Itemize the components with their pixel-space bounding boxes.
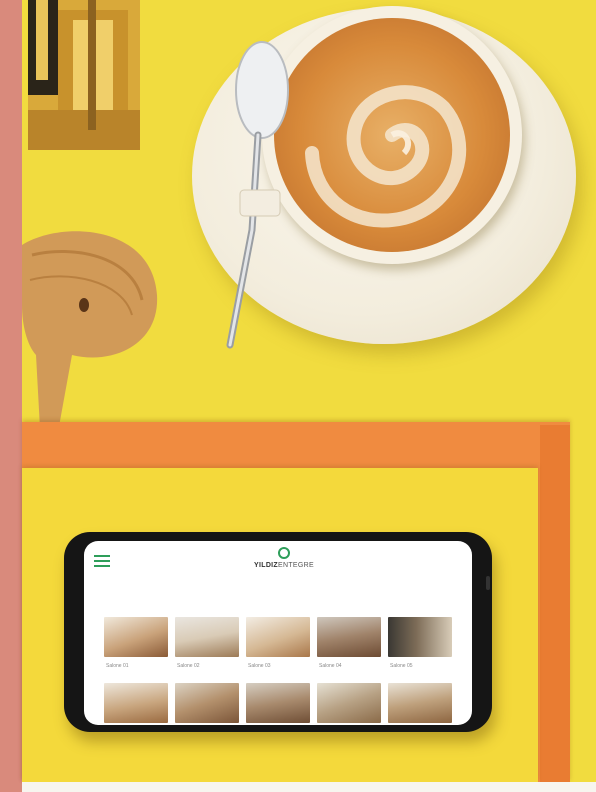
product-label: Salone 05 bbox=[390, 663, 413, 669]
brand-name-rest: ENTEGRE bbox=[278, 562, 314, 569]
product-label: Salone 04 bbox=[319, 663, 342, 669]
phone-screen: YILDIZENTEGRE Salone 01 Salone 02 Salone… bbox=[84, 541, 472, 725]
phone-side-button bbox=[486, 576, 490, 590]
spoon bbox=[226, 41, 289, 349]
product-tile[interactable] bbox=[246, 617, 310, 657]
left-strip bbox=[0, 0, 22, 792]
product-tile[interactable] bbox=[317, 683, 381, 723]
photo-scene: YILDIZENTEGRE Salone 01 Salone 02 Salone… bbox=[0, 0, 596, 792]
hamburger-menu-icon[interactable] bbox=[94, 555, 110, 569]
bottom-border bbox=[22, 782, 596, 792]
brand-name-bold: YILDIZ bbox=[254, 562, 278, 569]
product-tile[interactable] bbox=[104, 683, 168, 723]
product-tile[interactable] bbox=[388, 683, 452, 723]
product-tile[interactable] bbox=[175, 683, 239, 723]
product-tile[interactable] bbox=[175, 617, 239, 657]
product-tile[interactable] bbox=[317, 617, 381, 657]
brand-logo-icon bbox=[278, 547, 290, 559]
gold-ornament bbox=[28, 0, 140, 150]
brand-header: YILDIZENTEGRE bbox=[214, 547, 354, 569]
product-tile[interactable] bbox=[104, 617, 168, 657]
product-tile[interactable] bbox=[246, 683, 310, 723]
product-tile[interactable] bbox=[388, 617, 452, 657]
brand-name: YILDIZENTEGRE bbox=[214, 562, 354, 569]
orange-board-edge bbox=[540, 425, 570, 782]
product-label: Salone 01 bbox=[106, 663, 129, 669]
product-label: Salone 02 bbox=[177, 663, 200, 669]
product-label: Salone 03 bbox=[248, 663, 271, 669]
